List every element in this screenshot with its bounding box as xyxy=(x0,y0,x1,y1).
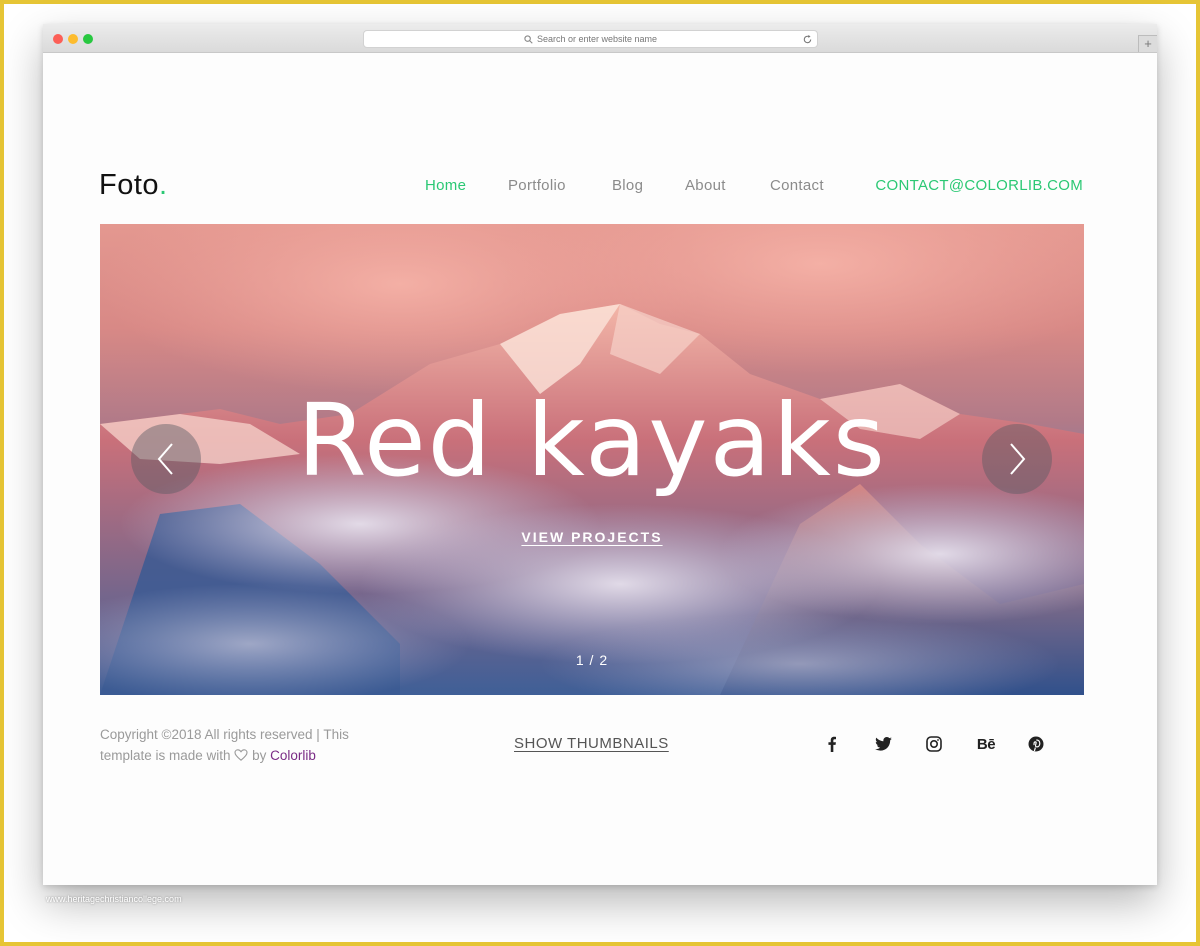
nav-item-about[interactable]: About xyxy=(685,177,726,194)
contact-email-link[interactable]: CONTACT@COLORLIB.COM xyxy=(875,177,1083,194)
address-placeholder: Search or enter website name xyxy=(536,34,658,44)
address-bar[interactable]: Search or enter website name xyxy=(363,30,818,48)
site-logo[interactable]: Foto. xyxy=(99,169,168,202)
colorlib-link[interactable]: Colorlib xyxy=(270,748,316,763)
nav-item-blog[interactable]: Blog xyxy=(612,177,643,194)
browser-titlebar: Search or enter website name + xyxy=(43,24,1157,53)
nav-item-contact[interactable]: Contact xyxy=(770,177,824,194)
browser-window: Search or enter website name + Foto. Hom… xyxy=(43,24,1157,885)
view-projects-link[interactable]: VIEW PROJECTS xyxy=(100,529,1084,545)
copyright-line-2b: by xyxy=(252,748,267,763)
watermark-text: www.heritagechristiancollege.com xyxy=(46,894,182,904)
reload-icon[interactable] xyxy=(802,34,813,45)
nav-item-portfolio[interactable]: Portfolio xyxy=(508,177,566,194)
twitter-icon[interactable] xyxy=(872,733,894,755)
slide-counter: 1 / 2 xyxy=(575,652,609,668)
search-icon xyxy=(524,34,533,44)
copyright-line-2a: template is made with xyxy=(100,748,231,763)
facebook-icon[interactable] xyxy=(821,733,843,755)
heart-icon xyxy=(234,749,248,761)
instagram-icon[interactable] xyxy=(923,733,945,755)
nav-item-home[interactable]: Home xyxy=(425,177,466,194)
new-tab-button[interactable]: + xyxy=(1138,35,1157,52)
behance-icon[interactable]: Bē xyxy=(973,733,999,755)
maximize-window-button[interactable] xyxy=(83,34,93,44)
hero-title: Red kayaks xyxy=(297,382,887,499)
logo-text: Foto xyxy=(99,169,160,201)
minimize-window-button[interactable] xyxy=(68,34,78,44)
close-window-button[interactable] xyxy=(53,34,63,44)
pinterest-icon[interactable] xyxy=(1025,733,1047,755)
logo-dot: . xyxy=(159,169,168,201)
behance-glyph: Bē xyxy=(976,735,996,753)
show-thumbnails-link[interactable]: SHOW THUMBNAILS xyxy=(514,735,669,752)
hero-slider: Red kayaks VIEW PROJECTS 1 / 2 xyxy=(100,224,1084,695)
copyright-text: Copyright ©2018 All rights reserved | Th… xyxy=(100,724,390,766)
copyright-line-1: Copyright ©2018 All rights reserved | Th… xyxy=(100,727,349,742)
